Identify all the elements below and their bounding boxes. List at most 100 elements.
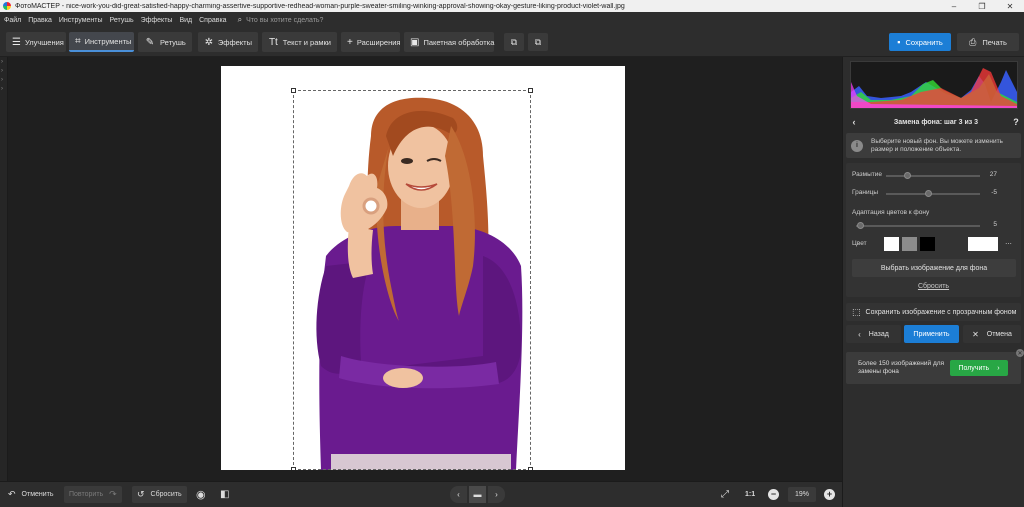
tab-retouch[interactable]: ✎ Ретушь — [138, 32, 192, 52]
menu-view[interactable]: Вид — [179, 17, 192, 24]
resize-handle-top-right[interactable] — [528, 88, 533, 93]
panel-title: Замена фона: шаг 3 из 3 — [893, 118, 979, 126]
more-colors-button[interactable]: ... — [1001, 237, 1016, 251]
save-button[interactable]: ▪ Сохранить — [889, 33, 951, 51]
adapt-colors-slider-knob[interactable] — [856, 222, 864, 229]
tab-effects[interactable]: ✲ Эффекты — [198, 32, 258, 52]
slider-label-borders: Границы — [852, 189, 878, 196]
undo-label: Отменить — [21, 491, 54, 498]
choose-background-image-button[interactable]: Выбрать изображение для фона — [852, 259, 1016, 277]
redo-icon: ↷ — [109, 489, 117, 499]
back-chevron-icon[interactable]: ‹ — [843, 117, 865, 127]
menu-search[interactable]: ⌕ Что вы хотите сделать? — [238, 15, 324, 25]
blur-slider[interactable] — [886, 175, 980, 177]
info-icon: i — [851, 139, 863, 152]
slider-label-blur: Размытие — [852, 171, 883, 178]
search-placeholder[interactable]: Что вы хотите сделать? — [246, 17, 323, 24]
help-icon[interactable]: ? — [1007, 117, 1024, 127]
undo-icon: ↶ — [8, 489, 16, 499]
bottom-bar: ↶ Отменить Повторить ↷ ↺ Сбросить ◉ ◧ ‹ … — [0, 481, 842, 507]
promo-text: Более 150 изображений для замены фона — [858, 360, 945, 375]
cancel-label: Отмена — [986, 330, 1012, 338]
back-button[interactable]: ‹ Назад — [846, 325, 901, 343]
current-color-swatch[interactable] — [968, 237, 998, 251]
actual-size-button[interactable]: 1:1 — [745, 486, 755, 503]
save-transparent-button[interactable]: ⬚ Сохранить изображение с прозрачным фон… — [846, 303, 1021, 321]
apply-button[interactable]: Применить — [904, 325, 959, 343]
undo-button[interactable]: ↶ Отменить — [8, 486, 54, 503]
promo-banner: Более 150 изображений для замены фона По… — [846, 349, 1024, 384]
right-panel: ‹ Замена фона: шаг 3 из 3 ? i Выберите н… — [842, 57, 1024, 507]
panel-header: ‹ Замена фона: шаг 3 из 3 ? — [843, 114, 1024, 130]
crop-selection-frame[interactable] — [291, 88, 533, 470]
background-settings: Размытие 27 Границы -5 Адаптация цветов … — [846, 163, 1021, 297]
back-label: Назад — [868, 330, 889, 338]
compare-toggle[interactable]: ◧ — [220, 486, 235, 503]
menu-effects[interactable]: Эффекты — [141, 17, 173, 24]
history-layers-button[interactable]: ⧉ — [528, 33, 548, 51]
close-promo-icon[interactable]: ✕ — [1016, 349, 1024, 357]
histogram — [850, 61, 1018, 109]
fit-to-screen-button[interactable]: ⤢ — [721, 486, 735, 503]
adapt-colors-slider[interactable] — [856, 225, 980, 227]
expand-arrow-icon: › — [1, 77, 3, 83]
split-view-icon: ◧ — [220, 489, 230, 500]
menu-tools[interactable]: Инструменты — [59, 17, 103, 24]
left-collapse-gutter[interactable]: › › › › — [0, 57, 8, 481]
adapt-colors-label: Адаптация цветов к фону — [852, 209, 930, 216]
resize-handle-top-left[interactable] — [291, 88, 296, 93]
slider-value-blur: 27 — [989, 171, 997, 178]
tab-extensions[interactable]: + Расширения — [341, 32, 400, 52]
redo-label: Повторить — [69, 491, 104, 498]
close-window-button[interactable]: ✕ — [996, 0, 1024, 12]
image-canvas[interactable] — [8, 57, 842, 481]
batch-processing-label: Пакетная обработка — [423, 37, 495, 47]
menu-file[interactable]: Файл — [4, 17, 21, 24]
color-swatch-gray[interactable] — [902, 237, 917, 251]
tab-text-frames[interactable]: Tt Текст и рамки — [262, 32, 337, 52]
resize-handle-bottom-left[interactable] — [291, 467, 296, 470]
tab-tools[interactable]: ⌗ Инструменты — [69, 32, 134, 52]
menu-edit[interactable]: Правка — [28, 17, 52, 24]
reset-all-button[interactable]: ↺ Сбросить — [132, 486, 187, 503]
reset-all-label: Сбросить — [150, 491, 182, 498]
zoom-level[interactable]: 19% — [788, 487, 816, 502]
color-swatch-black[interactable] — [920, 237, 935, 251]
zoom-out-icon[interactable]: − — [768, 489, 779, 500]
batch-processing-button[interactable]: ▣ Пакетная обработка — [404, 32, 494, 52]
borders-slider-knob[interactable] — [925, 190, 933, 197]
borders-slider[interactable] — [886, 193, 980, 195]
photo-preview[interactable] — [221, 66, 625, 470]
menu-retouch[interactable]: Ретушь — [110, 17, 134, 24]
resize-handle-bottom-right[interactable] — [528, 467, 533, 470]
print-button[interactable]: ⎙ Печать — [957, 33, 1019, 51]
compare-layers-button[interactable]: ⧉ — [504, 33, 524, 51]
zoom-in-icon[interactable]: + — [824, 489, 835, 500]
tab-enhance[interactable]: ☰ Улучшения — [6, 32, 66, 52]
preview-toggle[interactable]: ◉ — [196, 486, 212, 503]
layers-remove-icon: ⧉ — [534, 36, 542, 47]
slider-value-borders: -5 — [991, 189, 997, 196]
folder-icon: ▬ — [473, 490, 482, 499]
sliders-icon: ☰ — [12, 36, 21, 48]
get-backgrounds-button[interactable]: Получить › — [950, 360, 1008, 376]
minimize-button[interactable]: – — [940, 0, 968, 12]
cancel-button[interactable]: ✕ Отмена — [963, 325, 1021, 343]
reset-link[interactable]: Сбросить — [846, 283, 1021, 290]
redo-button[interactable]: Повторить ↷ — [64, 486, 122, 503]
color-swatch-white[interactable] — [884, 237, 899, 251]
transparency-icon: ⬚ — [852, 306, 861, 317]
next-image-button[interactable]: › — [488, 486, 505, 503]
magic-wand-icon: ✲ — [204, 36, 214, 48]
blur-slider-knob[interactable] — [903, 172, 911, 179]
menu-help[interactable]: Справка — [199, 17, 226, 24]
layers-add-icon: ⧉ — [510, 36, 518, 47]
close-icon: ✕ — [972, 329, 979, 339]
folder-button[interactable]: ▬ — [469, 486, 486, 503]
crop-icon: ⌗ — [75, 35, 81, 47]
expand-arrow-icon: › — [1, 86, 3, 92]
reset-icon: ↺ — [137, 489, 145, 499]
prev-image-button[interactable]: ‹ — [450, 486, 467, 503]
restore-button[interactable]: ❐ — [968, 0, 996, 12]
tab-retouch-label: Ретушь — [160, 37, 186, 47]
